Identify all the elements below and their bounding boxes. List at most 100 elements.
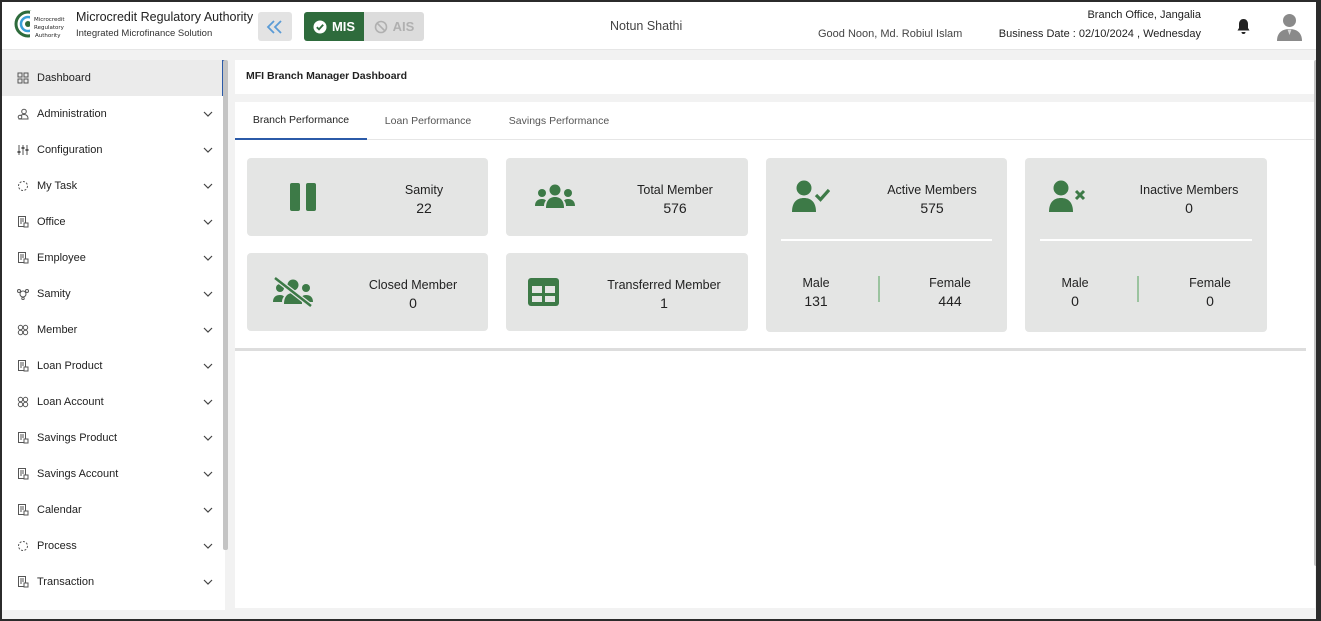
sidebar-item-label: Dashboard [37,72,91,84]
sidebar-item-label: Configuration [37,144,103,156]
tab-branch-performance[interactable]: Branch Performance [235,102,367,140]
sliders-icon [17,145,29,155]
active-male-label: Male [802,276,830,290]
sidebar-item-savings-account[interactable]: Savings Account [2,456,225,492]
spinner-icon [18,541,28,551]
user-avatar[interactable] [1276,12,1303,41]
user-check-icon [792,180,830,212]
inactive-members-label: Inactive Members [1139,183,1239,197]
sidebar-item-loan-product[interactable]: Loan Product [2,348,225,384]
document-icon [18,216,29,228]
sidebar-item-label: Calendar [37,504,82,516]
sidebar-item-label: Process [37,540,77,552]
sidebar-item-administration[interactable]: Administration [2,96,225,132]
tab-loan-performance[interactable]: Loan Performance [373,102,483,140]
chevron-down-icon [203,219,213,225]
card-divider [1040,239,1252,241]
sidebar-item-employee[interactable]: Employee [2,240,225,276]
active-members-label: Active Members [887,183,977,197]
document-icon [18,432,29,444]
card-divider [781,239,992,241]
ais-mode-button[interactable]: AIS [364,12,424,41]
chevron-down-icon [203,327,213,333]
active-male-value: 131 [804,293,828,309]
svg-text:Microcredit: Microcredit [34,17,65,23]
sidebar-item-office[interactable]: Office [2,204,225,240]
transferred-member-value: 1 [660,295,668,311]
mra-logo: Microcredit Regulatory Authority [14,10,65,41]
inactive-female-label: Female [1189,276,1231,290]
sidebar-item-label: Transaction [37,576,95,588]
sidebar-item-calendar[interactable]: Calendar [2,492,225,528]
sidebar-item-label: Employee [37,252,86,264]
chevron-down-icon [203,147,213,153]
active-members-card: Active Members 575 Male 131 Female 444 [766,158,1007,332]
active-female-value: 444 [938,293,962,309]
users-slash-icon [273,277,313,307]
tab-bar: Branch Performance Loan Performance Savi… [235,102,1315,140]
card-separator [1137,276,1139,302]
sidebar-item-samity[interactable]: Samity [2,276,225,312]
closed-member-card: Closed Member 0 [247,253,488,331]
closed-member-value: 0 [409,295,417,311]
sidebar-item-label: My Task [37,180,78,192]
inactive-members-value: 0 [1185,200,1193,216]
inactive-female-value: 0 [1206,293,1214,309]
mis-label: MIS [331,19,356,34]
top-header: Microcredit Regulatory Authority Microcr… [0,0,1321,50]
chevron-down-icon [203,471,213,477]
total-member-label: Total Member [637,183,713,197]
sidebar-item-configuration[interactable]: Configuration [2,132,225,168]
chevron-down-icon [203,399,213,405]
sidebar-item-label: Member [37,324,78,336]
closed-member-label: Closed Member [368,278,458,292]
total-member-card: Total Member 576 [506,158,748,236]
transferred-member-label: Transferred Member [607,278,721,292]
sidebar-item-process[interactable]: Process [2,528,225,564]
sidebar-item-label: Loan Account [37,396,104,408]
collapse-sidebar-button[interactable] [258,12,292,41]
double-chevron-left-icon [266,19,282,34]
document-icon [18,360,29,372]
group-icon [17,289,29,300]
svg-text:Regulatory: Regulatory [34,25,65,31]
brand-subtitle: Integrated Microfinance Solution [76,28,213,39]
inactive-male-label: Male [1061,276,1089,290]
brand-title: Microcredit Regulatory Authority [76,10,254,24]
business-date: Business Date : 02/10/2024 , Wednesday [998,28,1201,40]
chevron-down-icon [203,291,213,297]
sidebar-item-my-task[interactable]: My Task [2,168,225,204]
sidebar-item-label: Administration [37,108,107,120]
ban-icon [374,20,387,33]
card-separator [878,276,880,302]
chevron-down-icon [203,435,213,441]
sidebar-item-label: Loan Product [37,360,103,372]
sidebar: Dashboard Administration Configuration M… [2,60,225,610]
svg-text:Authority: Authority [35,33,61,39]
sidebar-item-savings-product[interactable]: Savings Product [2,420,225,456]
samity-card: Samity 22 [247,158,488,236]
document-icon [18,468,29,480]
user-greeting: Good Noon, Md. Robiul Islam [818,28,963,40]
inactive-members-card: Inactive Members 0 Male 0 Female 0 [1025,158,1267,332]
sidebar-item-member[interactable]: Member [2,312,225,348]
users-icon [535,184,575,208]
mode-toggle: MIS AIS [304,12,424,41]
organization-name: Notun Shathi [610,19,683,33]
mis-mode-button[interactable]: MIS [304,12,364,41]
notification-bell-icon[interactable] [1236,18,1251,35]
grid-icon [17,72,29,84]
sidebar-item-loan-account[interactable]: Loan Account [2,384,225,420]
chevron-down-icon [203,507,213,513]
chevron-down-icon [203,543,213,549]
sidebar-item-dashboard[interactable]: Dashboard [2,60,225,96]
sidebar-scrollbar[interactable] [223,60,228,550]
chevron-down-icon [203,579,213,585]
sidebar-item-transaction[interactable]: Transaction [2,564,225,600]
members-icon [17,324,29,336]
section-divider [235,348,1306,351]
transferred-member-card: Transferred Member 1 [506,253,748,331]
main-scrollbar[interactable] [1314,60,1318,566]
tab-savings-performance[interactable]: Savings Performance [497,102,621,140]
active-members-value: 575 [920,200,944,216]
